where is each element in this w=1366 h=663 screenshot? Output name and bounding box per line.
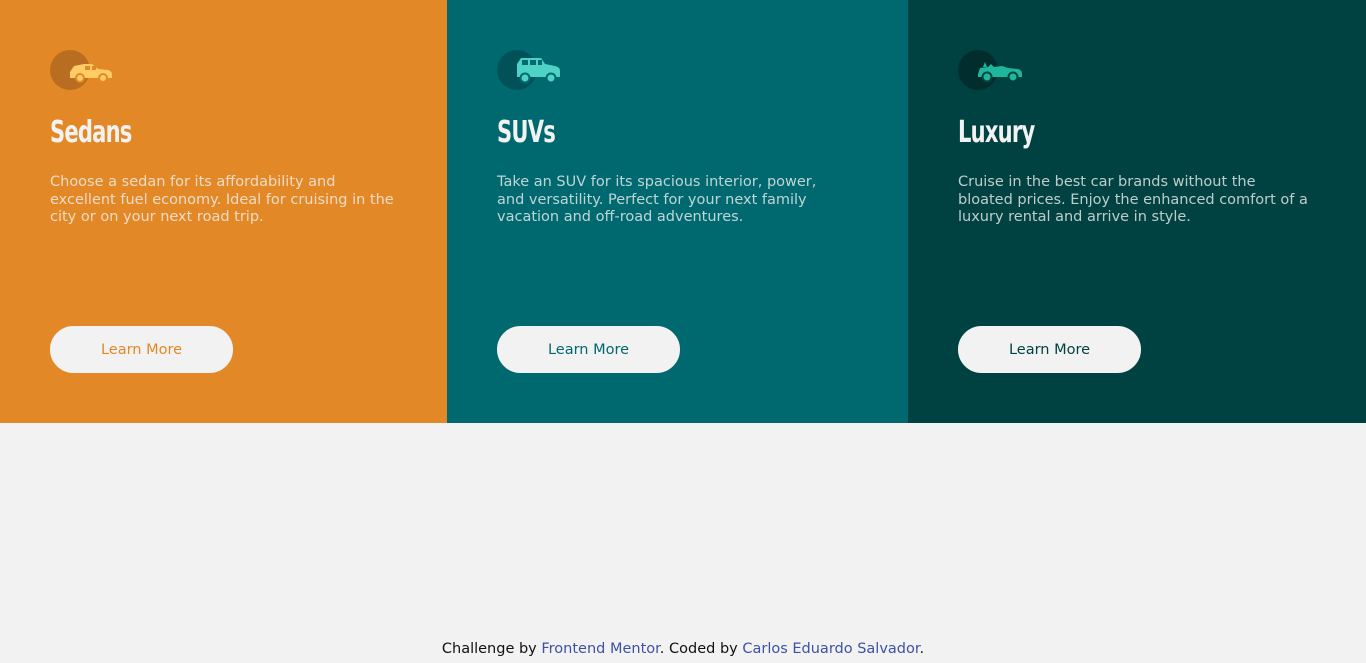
learn-more-button[interactable]: Learn More [497, 326, 680, 373]
card-sedans: Sedans Choose a sedan for its affordabil… [0, 0, 447, 423]
card-description: Take an SUV for its spacious interior, p… [497, 174, 817, 225]
luxury-car-icon [958, 50, 1028, 90]
learn-more-button[interactable]: Learn More [958, 326, 1141, 373]
footer-prefix: Challenge by [441, 641, 542, 657]
cards-container: Sedans Choose a sedan for its affordabil… [0, 0, 1366, 423]
sedan-icon [50, 50, 120, 90]
learn-more-button[interactable]: Learn More [50, 326, 233, 373]
frontend-mentor-link[interactable]: Frontend Mentor [541, 641, 659, 657]
card-title: Luxury [958, 115, 1035, 150]
footer-middle: . Coded by [659, 641, 743, 657]
attribution-footer: Challenge by Frontend Mentor. Coded by C… [0, 639, 1366, 659]
card-title: SUVs [497, 115, 556, 150]
suv-icon [497, 50, 567, 90]
card-suvs: SUVs Take an SUV for its spacious interi… [447, 0, 908, 423]
card-luxury: Luxury Cruise in the best car brands wit… [908, 0, 1366, 423]
footer-suffix: . [919, 641, 925, 657]
author-link[interactable]: Carlos Eduardo Salvador [742, 641, 919, 657]
card-description: Cruise in the best car brands without th… [958, 174, 1308, 225]
card-title: Sedans [50, 115, 132, 150]
card-description: Choose a sedan for its affordability and… [50, 174, 394, 225]
